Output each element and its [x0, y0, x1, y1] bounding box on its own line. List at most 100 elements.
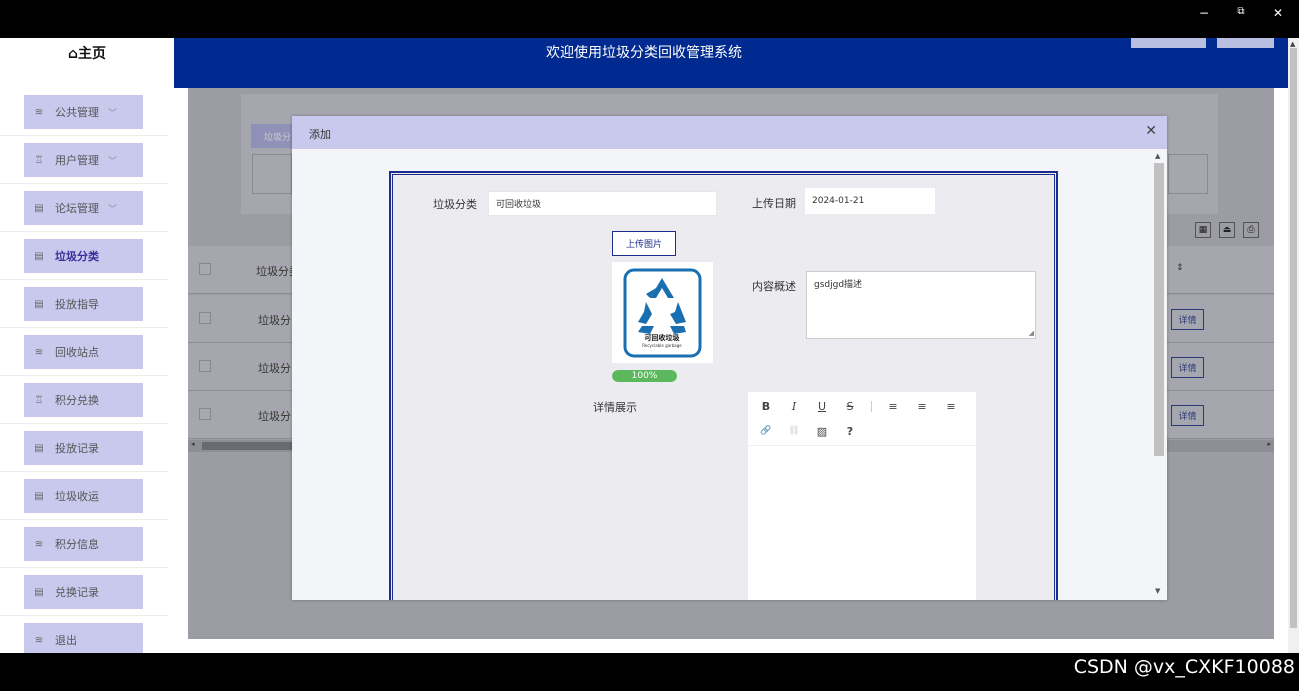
detail-button[interactable]: 详情 — [1171, 309, 1204, 330]
sidebar-item-5[interactable]: ≋ 回收站点 — [24, 335, 143, 369]
list-icon: ▤ — [34, 202, 44, 214]
category-field[interactable]: 可回收垃圾 — [488, 191, 717, 216]
menu-divider — [0, 183, 168, 184]
select-all-checkbox[interactable] — [199, 263, 211, 275]
rich-text-editor[interactable]: B I U S ≡ ≡ ≡ 🔗 ⛓ ▨ ? — [748, 392, 976, 600]
profile-button[interactable] — [1131, 38, 1206, 48]
upload-progress: 100% — [612, 370, 677, 382]
image-icon[interactable]: ▨ — [814, 423, 830, 439]
dialog-scrollbar[interactable]: ▲ ▼ — [1153, 149, 1165, 600]
sidebar-item-0[interactable]: ≋ 公共管理 ﹀ — [24, 95, 143, 129]
watermark: CSDN @vx_CXKF10088 — [1073, 656, 1295, 678]
scroll-left-icon[interactable]: ◂ — [191, 440, 195, 448]
close-window-icon[interactable]: ✕ — [1270, 6, 1286, 20]
toolbar-divider — [871, 401, 872, 412]
sidebar-item-1[interactable]: ♖ 用户管理 ﹀ — [24, 143, 143, 177]
scrollbar-thumb[interactable] — [1290, 48, 1297, 628]
layers-icon: ≋ — [34, 346, 44, 358]
row-checkbox[interactable] — [199, 312, 211, 324]
dialog-scrollbar-thumb[interactable] — [1154, 163, 1164, 456]
underline-icon[interactable]: U — [814, 398, 830, 414]
layers-icon: ≋ — [34, 634, 44, 646]
uploaded-image: 可回收垃圾 Recyclable garbage — [612, 262, 713, 363]
italic-icon[interactable]: I — [786, 398, 802, 414]
hscroll-thumb[interactable] — [202, 442, 292, 450]
menu-divider — [0, 375, 168, 376]
sidebar-item-label: 积分信息 — [55, 538, 99, 551]
home-link[interactable]: ⌂主页 — [0, 38, 174, 88]
search-box-right[interactable] — [1168, 154, 1208, 194]
sidebar-item-8[interactable]: ▤ 垃圾收运 — [24, 479, 143, 513]
image-title: 可回收垃圾 — [645, 333, 681, 342]
upload-image-button[interactable]: 上传图片 — [612, 231, 676, 256]
document-icon: ▤ — [34, 490, 44, 502]
close-icon[interactable]: ✕ — [1145, 123, 1157, 139]
sidebar-item-7[interactable]: ▤ 投放记录 — [24, 431, 143, 465]
align-left-icon[interactable]: ≡ — [885, 398, 901, 414]
scroll-up-icon[interactable]: ▲ — [1290, 40, 1295, 48]
list-icon: ▤ — [34, 586, 44, 598]
sidebar-item-label: 积分兑换 — [55, 394, 99, 407]
page-scrollbar[interactable]: ▲ — [1288, 38, 1299, 653]
print-icon[interactable]: ⎙ — [1243, 222, 1259, 238]
link-icon[interactable]: 🔗 — [758, 423, 774, 439]
menu-divider — [0, 327, 168, 328]
progress-text: 100% — [631, 371, 658, 381]
row-category: 垃圾分 — [258, 314, 291, 327]
sidebar-item-label: 垃圾分类 — [55, 250, 99, 263]
menu-divider — [0, 567, 168, 568]
menu-divider — [0, 519, 168, 520]
scroll-right-icon[interactable]: ▸ — [1267, 440, 1271, 448]
sidebar-item-label: 论坛管理 — [55, 202, 99, 215]
summary-label: 内容概述 — [752, 280, 796, 293]
sidebar-item-label: 回收站点 — [55, 346, 99, 359]
sidebar-item-label: 兑换记录 — [55, 586, 99, 599]
exit-button[interactable] — [1217, 38, 1274, 48]
sidebar-item-9[interactable]: ≋ 积分信息 — [24, 527, 143, 561]
sidebar-item-2[interactable]: ▤ 论坛管理 ﹀ — [24, 191, 143, 225]
sidebar-item-11[interactable]: ≋ 退出 — [24, 623, 143, 653]
align-center-icon[interactable]: ≡ — [914, 398, 930, 414]
help-icon[interactable]: ? — [842, 423, 858, 439]
sidebar-item-6[interactable]: ♖ 积分兑换 — [24, 383, 143, 417]
grid-icon[interactable]: ▦ — [1195, 222, 1211, 238]
dialog-scroll-down-icon[interactable]: ▼ — [1155, 587, 1160, 595]
menu-divider — [0, 615, 168, 616]
document-icon: ▤ — [34, 250, 44, 262]
menu-divider — [0, 471, 168, 472]
category-label: 垃圾分类 — [433, 198, 477, 211]
user-icon: ♖ — [34, 154, 44, 166]
align-right-icon[interactable]: ≡ — [943, 398, 959, 414]
sidebar-item-3[interactable]: ▤ 垃圾分类 — [24, 239, 143, 273]
strikethrough-icon[interactable]: S — [842, 398, 858, 414]
restore-icon[interactable]: ⧉ — [1233, 6, 1249, 17]
dialog-scroll-up-icon[interactable]: ▲ — [1155, 152, 1160, 160]
sidebar-item-4[interactable]: ▤ 投放指导 — [24, 287, 143, 321]
header: 欢迎使用垃圾分类回收管理系统 — [174, 38, 1288, 88]
unlink-icon[interactable]: ⛓ — [786, 423, 802, 439]
search-box[interactable] — [252, 154, 292, 194]
resize-handle-icon[interactable]: ◢ — [1029, 329, 1034, 337]
detail-button[interactable]: 详情 — [1171, 405, 1204, 426]
list-icon: ▤ — [34, 442, 44, 454]
sort-icon[interactable]: ⇕ — [1176, 263, 1184, 273]
window-titlebar: − ⧉ ✕ — [0, 0, 1299, 38]
sidebar: ⌂主页 ≋ 公共管理 ﹀ ♖ 用户管理 ﹀ ▤ 论坛管理 ﹀ ▤ 垃圾分类 ▤ 投放指导 ≋ 回收站点 ♖ 积分… — [0, 38, 174, 653]
menu-divider — [0, 423, 168, 424]
eject-icon[interactable]: ⏏ — [1219, 222, 1235, 238]
list-icon: ▤ — [34, 298, 44, 310]
row-checkbox[interactable] — [199, 408, 211, 420]
sidebar-item-10[interactable]: ▤ 兑换记录 — [24, 575, 143, 609]
bold-icon[interactable]: B — [758, 398, 774, 414]
sidebar-item-label: 投放指导 — [55, 298, 99, 311]
minimize-icon[interactable]: − — [1196, 6, 1212, 20]
row-checkbox[interactable] — [199, 360, 211, 372]
sidebar-item-label: 公共管理 — [55, 106, 99, 119]
date-field[interactable]: 2024-01-21 — [805, 188, 935, 214]
tab-bg-label: 垃圾分 — [264, 133, 292, 143]
row-category: 垃圾分 — [258, 410, 291, 423]
add-dialog: 添加 ✕ 垃圾分类 可回收垃圾 上传日期 2024-01-21 上传图片 可回收… — [292, 116, 1167, 600]
summary-textarea[interactable]: gsdjgd描述 ◢ — [806, 271, 1036, 339]
menu-divider — [0, 135, 168, 136]
detail-button[interactable]: 详情 — [1171, 357, 1204, 378]
